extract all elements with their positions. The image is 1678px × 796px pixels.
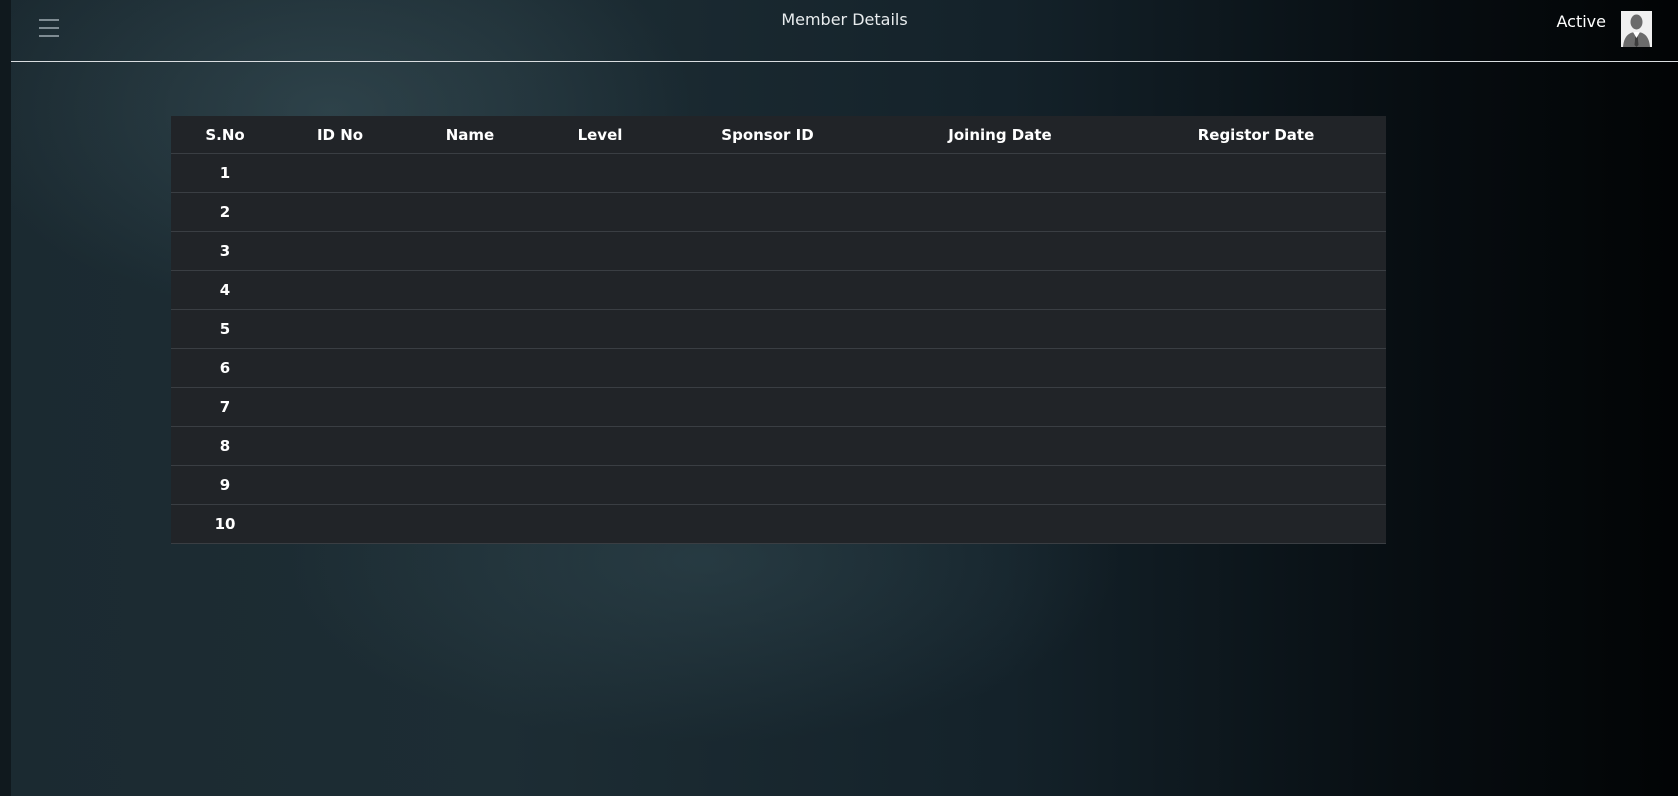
table-cell [661, 348, 874, 388]
table-cell [874, 504, 1126, 544]
table-cell [1126, 348, 1386, 388]
table-cell [401, 504, 539, 544]
table-cell [279, 270, 401, 310]
table-row: 6 [171, 348, 1386, 388]
table-cell [874, 153, 1126, 193]
table-cell [401, 309, 539, 349]
table-cell [401, 231, 539, 271]
table-row: 8 [171, 426, 1386, 466]
table-cell [661, 153, 874, 193]
table-cell [874, 387, 1126, 427]
table-row: 1 [171, 153, 1386, 193]
user-avatar-icon[interactable] [1621, 11, 1652, 47]
table-row: 3 [171, 231, 1386, 271]
table-cell [401, 270, 539, 310]
table-cell [1126, 465, 1386, 505]
table-cell [539, 153, 661, 193]
table-cell [539, 309, 661, 349]
table-cell: 3 [171, 231, 279, 271]
table-cell [401, 465, 539, 505]
table-cell [1126, 504, 1386, 544]
table-row: 5 [171, 309, 1386, 349]
table-cell [874, 426, 1126, 466]
table-cell [1126, 426, 1386, 466]
table-row: 2 [171, 192, 1386, 232]
table-cell: 10 [171, 504, 279, 544]
table-cell [539, 348, 661, 388]
column-header-registor-date: Registor Date [1126, 116, 1386, 154]
table-cell [661, 426, 874, 466]
column-header-joining-date: Joining Date [874, 116, 1126, 154]
column-header-name: Name [401, 116, 539, 154]
table-cell [279, 348, 401, 388]
table-cell: 6 [171, 348, 279, 388]
table-cell [661, 504, 874, 544]
table-cell: 5 [171, 309, 279, 349]
table-header-row: S.No ID No Name Level Sponsor ID Joining… [171, 116, 1386, 154]
table-row: 4 [171, 270, 1386, 310]
table-cell: 4 [171, 270, 279, 310]
table-cell [874, 465, 1126, 505]
table-cell: 7 [171, 387, 279, 427]
table-cell [401, 153, 539, 193]
table-cell [279, 231, 401, 271]
table-cell [279, 387, 401, 427]
table-cell [539, 270, 661, 310]
table-cell [279, 504, 401, 544]
column-header-sno: S.No [171, 116, 279, 154]
table-cell [874, 270, 1126, 310]
status-label: Active [1556, 12, 1607, 31]
table-cell [401, 192, 539, 232]
table-cell: 2 [171, 192, 279, 232]
table-cell [661, 465, 874, 505]
table-cell [401, 387, 539, 427]
table-cell [874, 231, 1126, 271]
table-cell: 9 [171, 465, 279, 505]
table-cell [874, 348, 1126, 388]
table-cell [539, 465, 661, 505]
table-cell [539, 426, 661, 466]
table-cell [279, 465, 401, 505]
table-cell [661, 192, 874, 232]
table-cell [401, 426, 539, 466]
table-cell [661, 309, 874, 349]
table-row: 7 [171, 387, 1386, 427]
table-cell [539, 192, 661, 232]
sidebar-edge [0, 0, 11, 796]
table-cell [539, 231, 661, 271]
table-cell [279, 309, 401, 349]
table-cell [661, 231, 874, 271]
table-cell [874, 309, 1126, 349]
table-cell [1126, 231, 1386, 271]
column-header-id-no: ID No [279, 116, 401, 154]
page-title: Member Details [781, 10, 908, 29]
member-details-table: S.No ID No Name Level Sponsor ID Joining… [171, 116, 1386, 544]
table-cell [279, 192, 401, 232]
table-cell [1126, 192, 1386, 232]
top-navbar: Member Details Active [11, 0, 1678, 62]
table-cell [401, 348, 539, 388]
table-cell [539, 387, 661, 427]
table-cell [279, 426, 401, 466]
table-cell [539, 504, 661, 544]
table-cell [1126, 387, 1386, 427]
table-cell: 1 [171, 153, 279, 193]
column-header-level: Level [539, 116, 661, 154]
table-cell: 8 [171, 426, 279, 466]
table-cell [661, 270, 874, 310]
table-cell [874, 192, 1126, 232]
table-cell [279, 153, 401, 193]
table-row: 9 [171, 465, 1386, 505]
column-header-sponsor-id: Sponsor ID [661, 116, 874, 154]
table-cell [661, 387, 874, 427]
table-cell [1126, 270, 1386, 310]
table-cell [1126, 153, 1386, 193]
table-cell [1126, 309, 1386, 349]
table-row: 10 [171, 504, 1386, 544]
